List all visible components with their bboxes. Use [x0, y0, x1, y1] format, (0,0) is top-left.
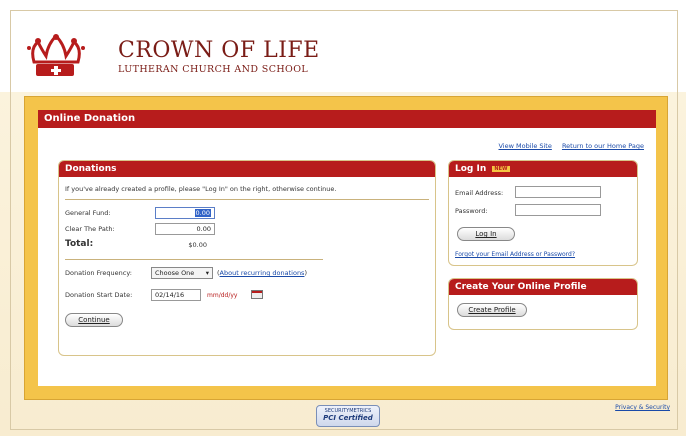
start-date-label: Donation Start Date:: [65, 291, 133, 299]
page-title: Online Donation: [38, 110, 656, 128]
frequency-select[interactable]: Choose One ▾: [151, 267, 213, 279]
clear-path-label: Clear The Path:: [65, 225, 115, 233]
total-value: $0.00: [188, 241, 207, 249]
password-input[interactable]: [515, 204, 601, 216]
brand-title: CROWN OF LIFE: [118, 38, 320, 63]
email-input[interactable]: [515, 186, 601, 198]
date-format-hint: mm/dd/yy: [207, 292, 238, 299]
profile-panel: Create Your Online Profile Create Profil…: [448, 278, 638, 330]
chevron-down-icon: ▾: [205, 269, 209, 277]
email-label: Email Address:: [455, 189, 504, 197]
divider: [65, 199, 429, 200]
frequency-label: Donation Frequency:: [65, 269, 132, 277]
donations-heading: Donations: [59, 161, 435, 177]
divider: [65, 259, 323, 260]
pci-certified-badge: SECURITYMETRICS PCI Certified: [316, 405, 380, 427]
login-heading: Log In NEW: [449, 161, 637, 177]
password-label: Password:: [455, 207, 488, 215]
general-fund-label: General Fund:: [65, 209, 111, 217]
brand-subtitle: LUTHERAN CHURCH AND SCHOOL: [118, 64, 309, 75]
recurring-donations-link[interactable]: About recurring donations: [220, 269, 305, 277]
continue-button[interactable]: Continue: [65, 313, 123, 327]
new-badge: NEW: [492, 165, 510, 172]
login-button[interactable]: Log In: [457, 227, 515, 241]
profile-heading: Create Your Online Profile: [449, 279, 637, 295]
mobile-site-link[interactable]: View Mobile Site: [499, 142, 552, 150]
frequency-value: Choose One: [155, 269, 195, 277]
crown-logo: [27, 34, 85, 76]
privacy-security-link[interactable]: Privacy & Security: [615, 404, 670, 411]
general-fund-input[interactable]: 0.00: [155, 207, 215, 219]
total-label: Total:: [65, 239, 94, 249]
create-profile-button[interactable]: Create Profile: [457, 303, 527, 317]
content-area: Online Donation View Mobile Site Return …: [38, 110, 656, 386]
start-date-input[interactable]: 02/14/16: [151, 289, 201, 301]
donations-intro: If you've already created a profile, ple…: [65, 185, 337, 193]
home-page-link[interactable]: Return to our Home Page: [562, 142, 644, 150]
badge-bottom-text: PCI Certified: [323, 414, 373, 422]
login-panel: Log In NEW Email Address: Password: Log …: [448, 160, 638, 266]
recurring-info: (About recurring donations): [217, 269, 307, 277]
donations-panel: Donations If you've already created a pr…: [58, 160, 436, 356]
top-links: View Mobile Site Return to our Home Page: [491, 142, 645, 150]
clear-path-input[interactable]: 0.00: [155, 223, 215, 235]
calendar-icon[interactable]: [251, 290, 263, 299]
forgot-credentials-link[interactable]: Forgot your Email Address or Password?: [455, 251, 575, 258]
